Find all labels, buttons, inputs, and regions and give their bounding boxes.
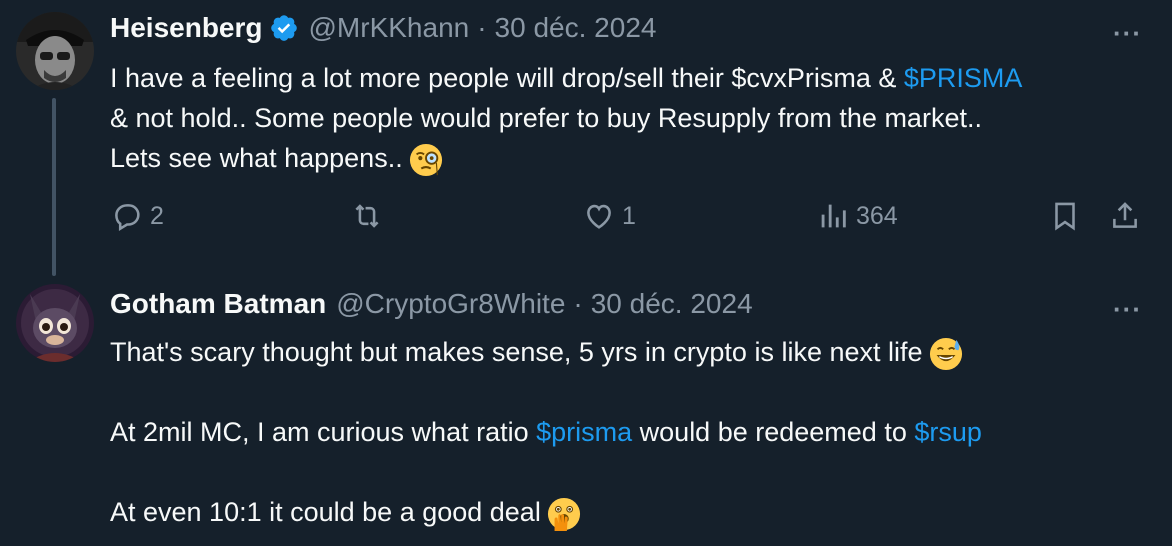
- tweet-line-1: That's scary thought but makes sense, 5 …: [110, 332, 982, 372]
- text-segment: At even 10:1 it could be a good deal: [110, 497, 541, 527]
- cashtag-link[interactable]: $rsup: [914, 417, 982, 447]
- more-options-button[interactable]: ···: [1113, 294, 1142, 325]
- reply-count: 2: [150, 201, 164, 230]
- retweet-button[interactable]: [350, 199, 384, 233]
- tweet-line-2: At 2mil MC, I am curious what ratio $pri…: [110, 412, 982, 452]
- text-segment: I have a feeling a lot more people will …: [110, 63, 904, 93]
- reply-button[interactable]: 2: [110, 199, 164, 233]
- analytics-icon: [821, 204, 846, 228]
- like-button[interactable]: 1: [582, 199, 636, 233]
- tweet-text: I have a feeling a lot more people will …: [110, 58, 1022, 178]
- tweet-header: Heisenberg @MrKKhann · 30 déc. 2024: [110, 12, 656, 44]
- avatar[interactable]: [16, 12, 94, 90]
- avatar-image: [16, 284, 94, 362]
- tweet-text: That's scary thought but makes sense, 5 …: [110, 332, 982, 532]
- bookmark-button[interactable]: [1048, 199, 1082, 233]
- handle[interactable]: @MrKKhann: [309, 12, 470, 44]
- display-name[interactable]: Heisenberg: [110, 12, 263, 44]
- text-segment: At 2mil MC, I am curious what ratio: [110, 417, 537, 447]
- face-with-open-eyes-and-hand-over-mouth-emoji-icon: [547, 497, 580, 531]
- dot-separator: ·: [477, 12, 487, 43]
- like-count: 1: [622, 201, 636, 230]
- cashtag-link[interactable]: $prisma: [536, 417, 632, 447]
- thread-line: [52, 98, 56, 276]
- share-icon: [1113, 202, 1137, 228]
- tweet-header: Gotham Batman @CryptoGr8White · 30 déc. …: [110, 288, 753, 320]
- bookmark-icon: [1055, 202, 1075, 231]
- timestamp[interactable]: 30 déc. 2024: [591, 288, 753, 320]
- share-button[interactable]: [1108, 199, 1142, 233]
- text-segment: would be redeemed to: [632, 417, 915, 447]
- text-segment: That's scary thought but makes sense, 5 …: [110, 337, 923, 367]
- cashtag-link[interactable]: $PRISMA: [904, 63, 1023, 93]
- reply-icon: [115, 204, 140, 232]
- views-button[interactable]: 364: [816, 199, 898, 233]
- tweet-line-3: At even 10:1 it could be a good deal: [110, 492, 982, 532]
- tweet-line-2: & not hold.. Some people would prefer to…: [110, 103, 982, 133]
- handle[interactable]: @CryptoGr8White: [336, 288, 565, 320]
- tweet-actions: 2 1 364: [0, 195, 1172, 245]
- text-segment: Lets see what happens..: [110, 143, 403, 173]
- display-name[interactable]: Gotham Batman: [110, 288, 326, 320]
- tweet-line-3: Lets see what happens..: [110, 138, 1022, 178]
- tweet-line-1: I have a feeling a lot more people will …: [110, 58, 1022, 98]
- heart-icon: [587, 204, 611, 229]
- more-options-button[interactable]: ···: [1113, 18, 1142, 49]
- face-with-monocle-emoji-icon: [409, 143, 442, 176]
- view-count: 364: [856, 201, 898, 230]
- avatar[interactable]: [16, 284, 94, 362]
- grinning-face-with-sweat-emoji-icon: [929, 337, 962, 370]
- verified-badge-icon: [270, 15, 297, 41]
- timestamp[interactable]: 30 déc. 2024: [495, 12, 657, 44]
- dot-separator: ·: [573, 288, 583, 319]
- avatar-image: [16, 12, 94, 90]
- retweet-icon: [355, 204, 379, 228]
